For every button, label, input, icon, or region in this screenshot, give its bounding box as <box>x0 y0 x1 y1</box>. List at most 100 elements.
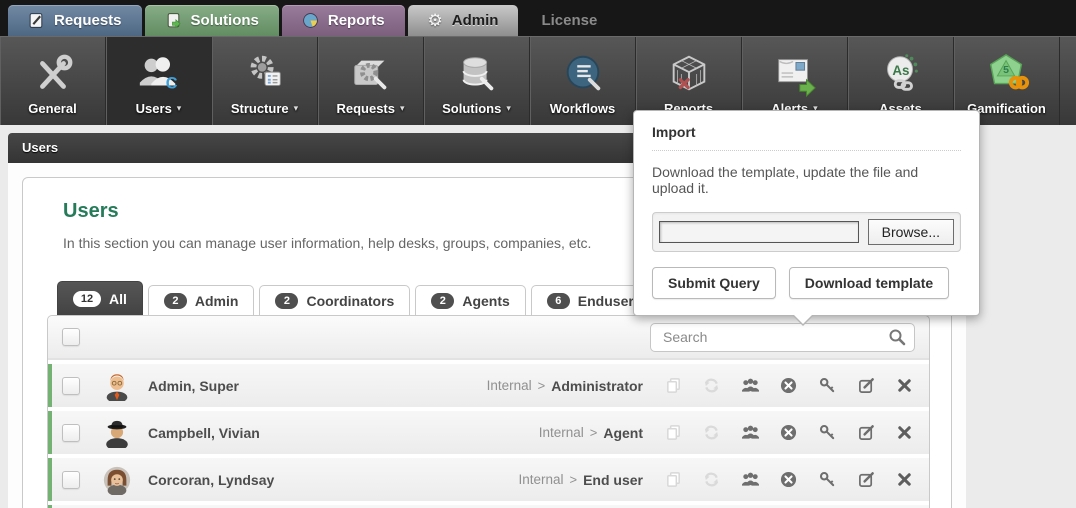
duplicate-button[interactable] <box>663 423 683 443</box>
nav-tab-label: Admin <box>451 12 499 29</box>
user-row[interactable]: Corcoran, Lyndsay Internal > End user <box>48 458 929 501</box>
toolbar-label: Users <box>135 101 172 116</box>
duplicate-button[interactable] <box>663 470 683 490</box>
toolbar-item-solutions[interactable]: Solutions ▾ <box>424 37 530 125</box>
import-popover: Import Download the template, update the… <box>633 110 980 326</box>
top-navigation-bar: Requests Solutions Reports ⚙ Admin Licen… <box>0 0 1076 36</box>
groups-button[interactable] <box>740 376 760 396</box>
refresh-button[interactable] <box>702 470 722 490</box>
select-row-checkbox[interactable] <box>62 470 80 489</box>
row-actions <box>663 376 915 396</box>
requests-tab-icon <box>28 12 45 29</box>
groups-button[interactable] <box>740 470 760 490</box>
user-scope: Internal <box>486 378 532 393</box>
delete-button[interactable] <box>895 470 915 490</box>
disable-button[interactable] <box>779 423 799 443</box>
groups-button[interactable] <box>740 423 760 443</box>
user-role: Agent <box>603 424 643 441</box>
user-row[interactable]: Admin, Super Internal > Administrator <box>48 364 929 407</box>
tab-agents[interactable]: 2 Agents <box>415 285 526 315</box>
count-badge: 2 <box>431 292 455 309</box>
password-key-button[interactable] <box>818 423 838 443</box>
browse-button[interactable]: Browse... <box>867 219 954 245</box>
popover-buttons: Submit Query Download template <box>652 267 961 299</box>
breadcrumb-separator: > <box>589 425 598 440</box>
user-avatar <box>102 418 132 448</box>
users-icon: C <box>136 46 182 101</box>
user-name: Admin, Super <box>148 377 240 394</box>
disable-button[interactable] <box>779 376 799 396</box>
count-badge: 6 <box>546 292 570 309</box>
reports-tab-icon <box>302 12 319 29</box>
alerts-icon <box>772 46 818 101</box>
user-row[interactable]: Campbell, Vivian Internal > Agent <box>48 411 929 454</box>
search-input[interactable] <box>663 329 888 345</box>
tab-all[interactable]: 12 All <box>57 281 143 315</box>
password-key-button[interactable] <box>818 376 838 396</box>
edit-button[interactable] <box>856 470 876 490</box>
refresh-button[interactable] <box>702 376 722 396</box>
file-path-input[interactable] <box>659 221 859 243</box>
nav-tab-solutions[interactable]: Solutions <box>144 5 279 36</box>
search-icon[interactable] <box>888 328 906 346</box>
tab-admin[interactable]: 2 Admin <box>147 285 255 315</box>
file-input-group: Browse... <box>652 212 961 252</box>
toolbar-item-structure[interactable]: Structure ▾ <box>212 37 318 125</box>
requests-admin-icon <box>348 46 394 101</box>
password-key-button[interactable] <box>818 470 838 490</box>
toolbar-label: Workflows <box>549 101 616 116</box>
toolbar-item-general[interactable]: General <box>0 37 106 125</box>
tab-label: Agents <box>462 292 510 309</box>
workflows-icon <box>560 46 606 101</box>
svg-text:5: 5 <box>1003 64 1009 76</box>
submit-query-button[interactable]: Submit Query <box>652 267 776 299</box>
dropdown-arrow-icon: ▾ <box>293 103 299 113</box>
delete-button[interactable] <box>895 376 915 396</box>
dropdown-arrow-icon: ▾ <box>176 103 182 113</box>
toolbar-label: Requests <box>336 101 395 116</box>
download-template-button[interactable]: Download template <box>788 267 950 299</box>
row-actions <box>663 470 915 490</box>
nav-tab-license[interactable]: License <box>521 5 617 36</box>
user-avatar <box>102 371 132 401</box>
popover-title: Import <box>652 124 961 151</box>
toolbar-item-users[interactable]: C Users ▾ <box>106 37 212 125</box>
toolbar-item-requests[interactable]: Requests ▾ <box>318 37 424 125</box>
nav-tab-label: Requests <box>54 12 122 29</box>
edit-button[interactable] <box>856 376 876 396</box>
user-role: Administrator <box>551 377 643 394</box>
toolbar-label: Structure <box>230 101 289 116</box>
nav-tab-label: License <box>541 12 598 29</box>
nav-tab-label: Solutions <box>190 12 259 29</box>
toolbar-item-workflows[interactable]: Workflows <box>530 37 636 125</box>
user-role: End user <box>583 471 643 488</box>
nav-tab-admin[interactable]: ⚙ Admin <box>407 5 519 36</box>
dropdown-arrow-icon: ▾ <box>506 103 511 113</box>
duplicate-button[interactable] <box>663 376 683 396</box>
user-scope: Internal <box>518 472 564 487</box>
refresh-button[interactable] <box>702 423 722 443</box>
gamification-icon: 5 <box>984 46 1030 101</box>
breadcrumb-separator: > <box>569 472 578 487</box>
dropdown-arrow-icon: ▾ <box>400 103 405 113</box>
count-badge: 2 <box>275 292 299 309</box>
row-actions <box>663 423 915 443</box>
solutions-admin-icon <box>454 46 500 101</box>
select-row-checkbox[interactable] <box>62 423 80 442</box>
disable-button[interactable] <box>779 470 799 490</box>
nav-tab-requests[interactable]: Requests <box>8 5 142 36</box>
delete-button[interactable] <box>895 423 915 443</box>
admin-gear-icon: ⚙ <box>427 11 443 30</box>
toolbar-label: General <box>28 101 77 116</box>
users-table: Admin, Super Internal > Administrator <box>47 315 930 508</box>
edit-button[interactable] <box>856 423 876 443</box>
svg-text:As: As <box>892 62 909 77</box>
structure-icon <box>242 46 288 101</box>
select-row-checkbox[interactable] <box>62 376 80 395</box>
nav-tab-reports[interactable]: Reports <box>281 5 405 36</box>
tab-label: Admin <box>194 292 239 309</box>
count-badge: 12 <box>73 290 101 307</box>
tab-coordinators[interactable]: 2 Coordinators <box>259 285 411 315</box>
assets-icon: As <box>878 46 924 101</box>
select-all-checkbox[interactable] <box>62 328 80 346</box>
